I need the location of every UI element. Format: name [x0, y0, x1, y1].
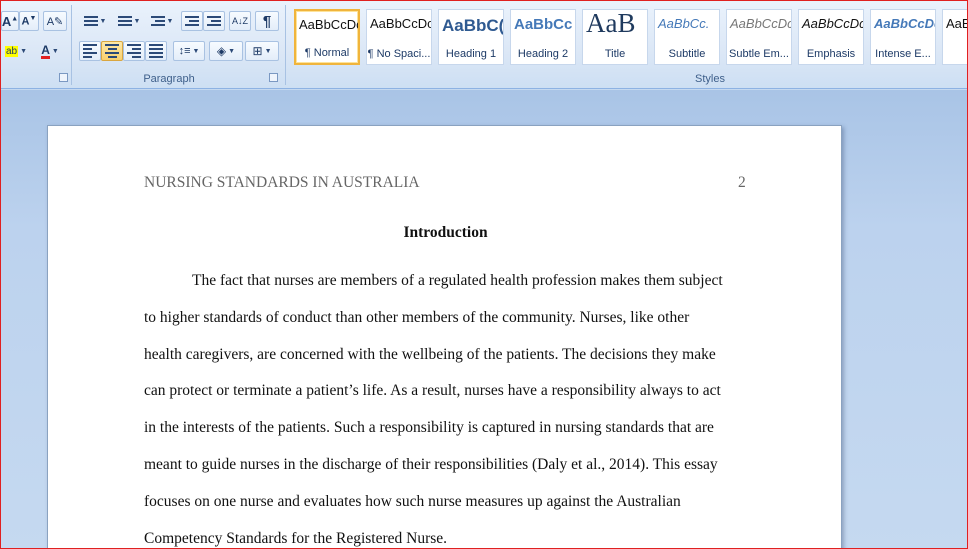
style-preview: AaB	[946, 16, 967, 31]
text-line: in the interests of the patients. Such a…	[144, 419, 714, 437]
bullets-icon	[83, 16, 98, 26]
style-preview: AaBbCc.	[658, 16, 710, 31]
paint-bucket-icon: ◈	[216, 44, 227, 58]
text-line: to higher standards of conduct than othe…	[144, 308, 690, 326]
style-title[interactable]: AaB Title	[582, 9, 648, 65]
pilcrow-icon: ¶	[262, 12, 272, 30]
chevron-down-icon: ▼	[99, 17, 107, 25]
chevron-down-icon: ▼	[133, 17, 141, 25]
ribbon: A▲ A▼ A✎ ab ▼ A ▼ ▼ ▼ ▼ A↓Z ¶ ↕≡ ▼ ◈ ▼ ⊞…	[1, 1, 967, 89]
decrease-indent-button[interactable]	[181, 11, 203, 31]
style-preview: AaBbCcDc	[370, 16, 432, 31]
style-preview: AaBbCcDc	[299, 17, 360, 32]
decrease-indent-icon	[185, 16, 199, 26]
chevron-down-icon: ▼	[228, 47, 236, 55]
font-color-icon: A	[41, 42, 50, 59]
align-right-icon	[127, 44, 141, 58]
style-name: Emphasis	[806, 48, 856, 60]
font-color-button[interactable]: A ▼	[35, 41, 65, 61]
style-st[interactable]: AaB St	[942, 9, 967, 65]
borders-icon: ⊞	[252, 44, 263, 58]
line-spacing-button[interactable]: ↕≡ ▼	[173, 41, 205, 61]
increase-indent-button[interactable]	[203, 11, 225, 31]
style-preview: AaBbCc	[514, 16, 573, 33]
grow-font-icon: A▲	[1, 13, 19, 29]
style-name: Subtle Em...	[729, 48, 789, 60]
increase-indent-icon	[207, 16, 221, 26]
style-emphasis[interactable]: AaBbCcDc Emphasis	[798, 9, 864, 65]
style-no-spaci[interactable]: AaBbCcDc ¶ No Spaci...	[366, 9, 432, 65]
style-preview: AaBbCcDc	[874, 16, 936, 31]
chevron-down-icon: ▼	[192, 47, 200, 55]
style-subtle-em[interactable]: AaBbCcDc Subtle Em...	[726, 9, 792, 65]
bullets-button[interactable]: ▼	[79, 11, 111, 31]
style-preview: AaBbC(	[442, 16, 504, 35]
style-name: Intense E...	[875, 48, 931, 60]
align-left-icon	[83, 44, 97, 58]
style-heading-2[interactable]: AaBbCc Heading 2	[510, 9, 576, 65]
sort-button[interactable]: A↓Z	[229, 11, 251, 31]
multilevel-list-button[interactable]: ▼	[147, 11, 177, 31]
font-dialog-launcher[interactable]	[59, 73, 68, 82]
style-name: Subtitle	[668, 48, 706, 60]
chevron-down-icon: ▼	[51, 47, 59, 55]
page-header-title: NURSING STANDARDS IN AUSTRALIA	[144, 174, 420, 191]
paragraph-group-label: Paragraph	[143, 73, 195, 85]
text-line: focuses on one nurse and evaluates how s…	[144, 492, 681, 510]
text-line: Competency Standards for the Registered …	[144, 529, 448, 547]
text-line: The fact that nurses are members of a re…	[192, 272, 723, 289]
eraser-icon: A✎	[46, 15, 64, 28]
style-normal[interactable]: AaBbCcDc ¶ Normal	[294, 9, 360, 65]
styles-group-label: Styles	[695, 73, 725, 85]
justify-button[interactable]	[145, 41, 167, 61]
borders-button[interactable]: ⊞ ▼	[245, 41, 279, 61]
multilevel-list-icon	[150, 16, 165, 26]
align-left-button[interactable]	[79, 41, 101, 61]
highlighter-icon: ab	[4, 45, 19, 57]
chevron-down-icon: ▼	[20, 47, 28, 55]
shading-button[interactable]: ◈ ▼	[209, 41, 243, 61]
shrink-font-icon: A▼	[21, 14, 37, 28]
chevron-down-icon: ▼	[166, 17, 174, 25]
page-number: 2	[738, 174, 746, 191]
paragraph-dialog-launcher[interactable]	[269, 73, 278, 82]
chevron-down-icon: ▼	[264, 47, 272, 55]
word-window: A▲ A▼ A✎ ab ▼ A ▼ ▼ ▼ ▼ A↓Z ¶ ↕≡ ▼ ◈ ▼ ⊞…	[0, 0, 968, 549]
show-hide-marks-button[interactable]: ¶	[255, 11, 279, 31]
group-separator	[285, 5, 286, 85]
highlight-button[interactable]: ab ▼	[1, 41, 31, 61]
style-preview: AaB	[586, 9, 636, 38]
align-center-button[interactable]	[101, 41, 123, 61]
style-name: Heading 1	[445, 48, 497, 60]
style-preview: AaBbCcDc	[730, 16, 792, 31]
section-heading: Introduction	[403, 224, 488, 241]
text-line: can protect or terminate a patient’s lif…	[144, 382, 721, 400]
justify-icon	[149, 44, 163, 58]
style-intense-e[interactable]: AaBbCcDc Intense E...	[870, 9, 936, 65]
style-heading-1[interactable]: AaBbC( Heading 1	[438, 9, 504, 65]
style-subtitle[interactable]: AaBbCc. Subtitle	[654, 9, 720, 65]
style-preview: AaBbCcDc	[802, 16, 864, 31]
group-separator	[71, 5, 72, 85]
clear-formatting-button[interactable]: A✎	[43, 11, 67, 31]
text-line: meant to guide nurses in the discharge o…	[144, 456, 718, 473]
line-spacing-icon: ↕≡	[178, 45, 191, 57]
numbering-icon	[117, 16, 132, 26]
style-name: Heading 2	[517, 48, 569, 60]
grow-font-button[interactable]: A▲	[1, 11, 19, 31]
document-page[interactable]: NURSING STANDARDS IN AUSTRALIA 2 Introdu…	[47, 125, 842, 548]
sort-icon: A↓Z	[231, 16, 248, 26]
numbering-button[interactable]: ▼	[113, 11, 145, 31]
style-name: St	[943, 48, 967, 60]
shrink-font-button[interactable]: A▼	[19, 11, 39, 31]
align-center-icon	[105, 44, 119, 58]
text-line: health caregivers, are concerned with th…	[144, 345, 716, 363]
style-name: ¶ No Spaci...	[367, 48, 431, 60]
style-name: Title	[604, 48, 626, 60]
align-right-button[interactable]	[123, 41, 145, 61]
style-name: ¶ Normal	[304, 47, 350, 59]
